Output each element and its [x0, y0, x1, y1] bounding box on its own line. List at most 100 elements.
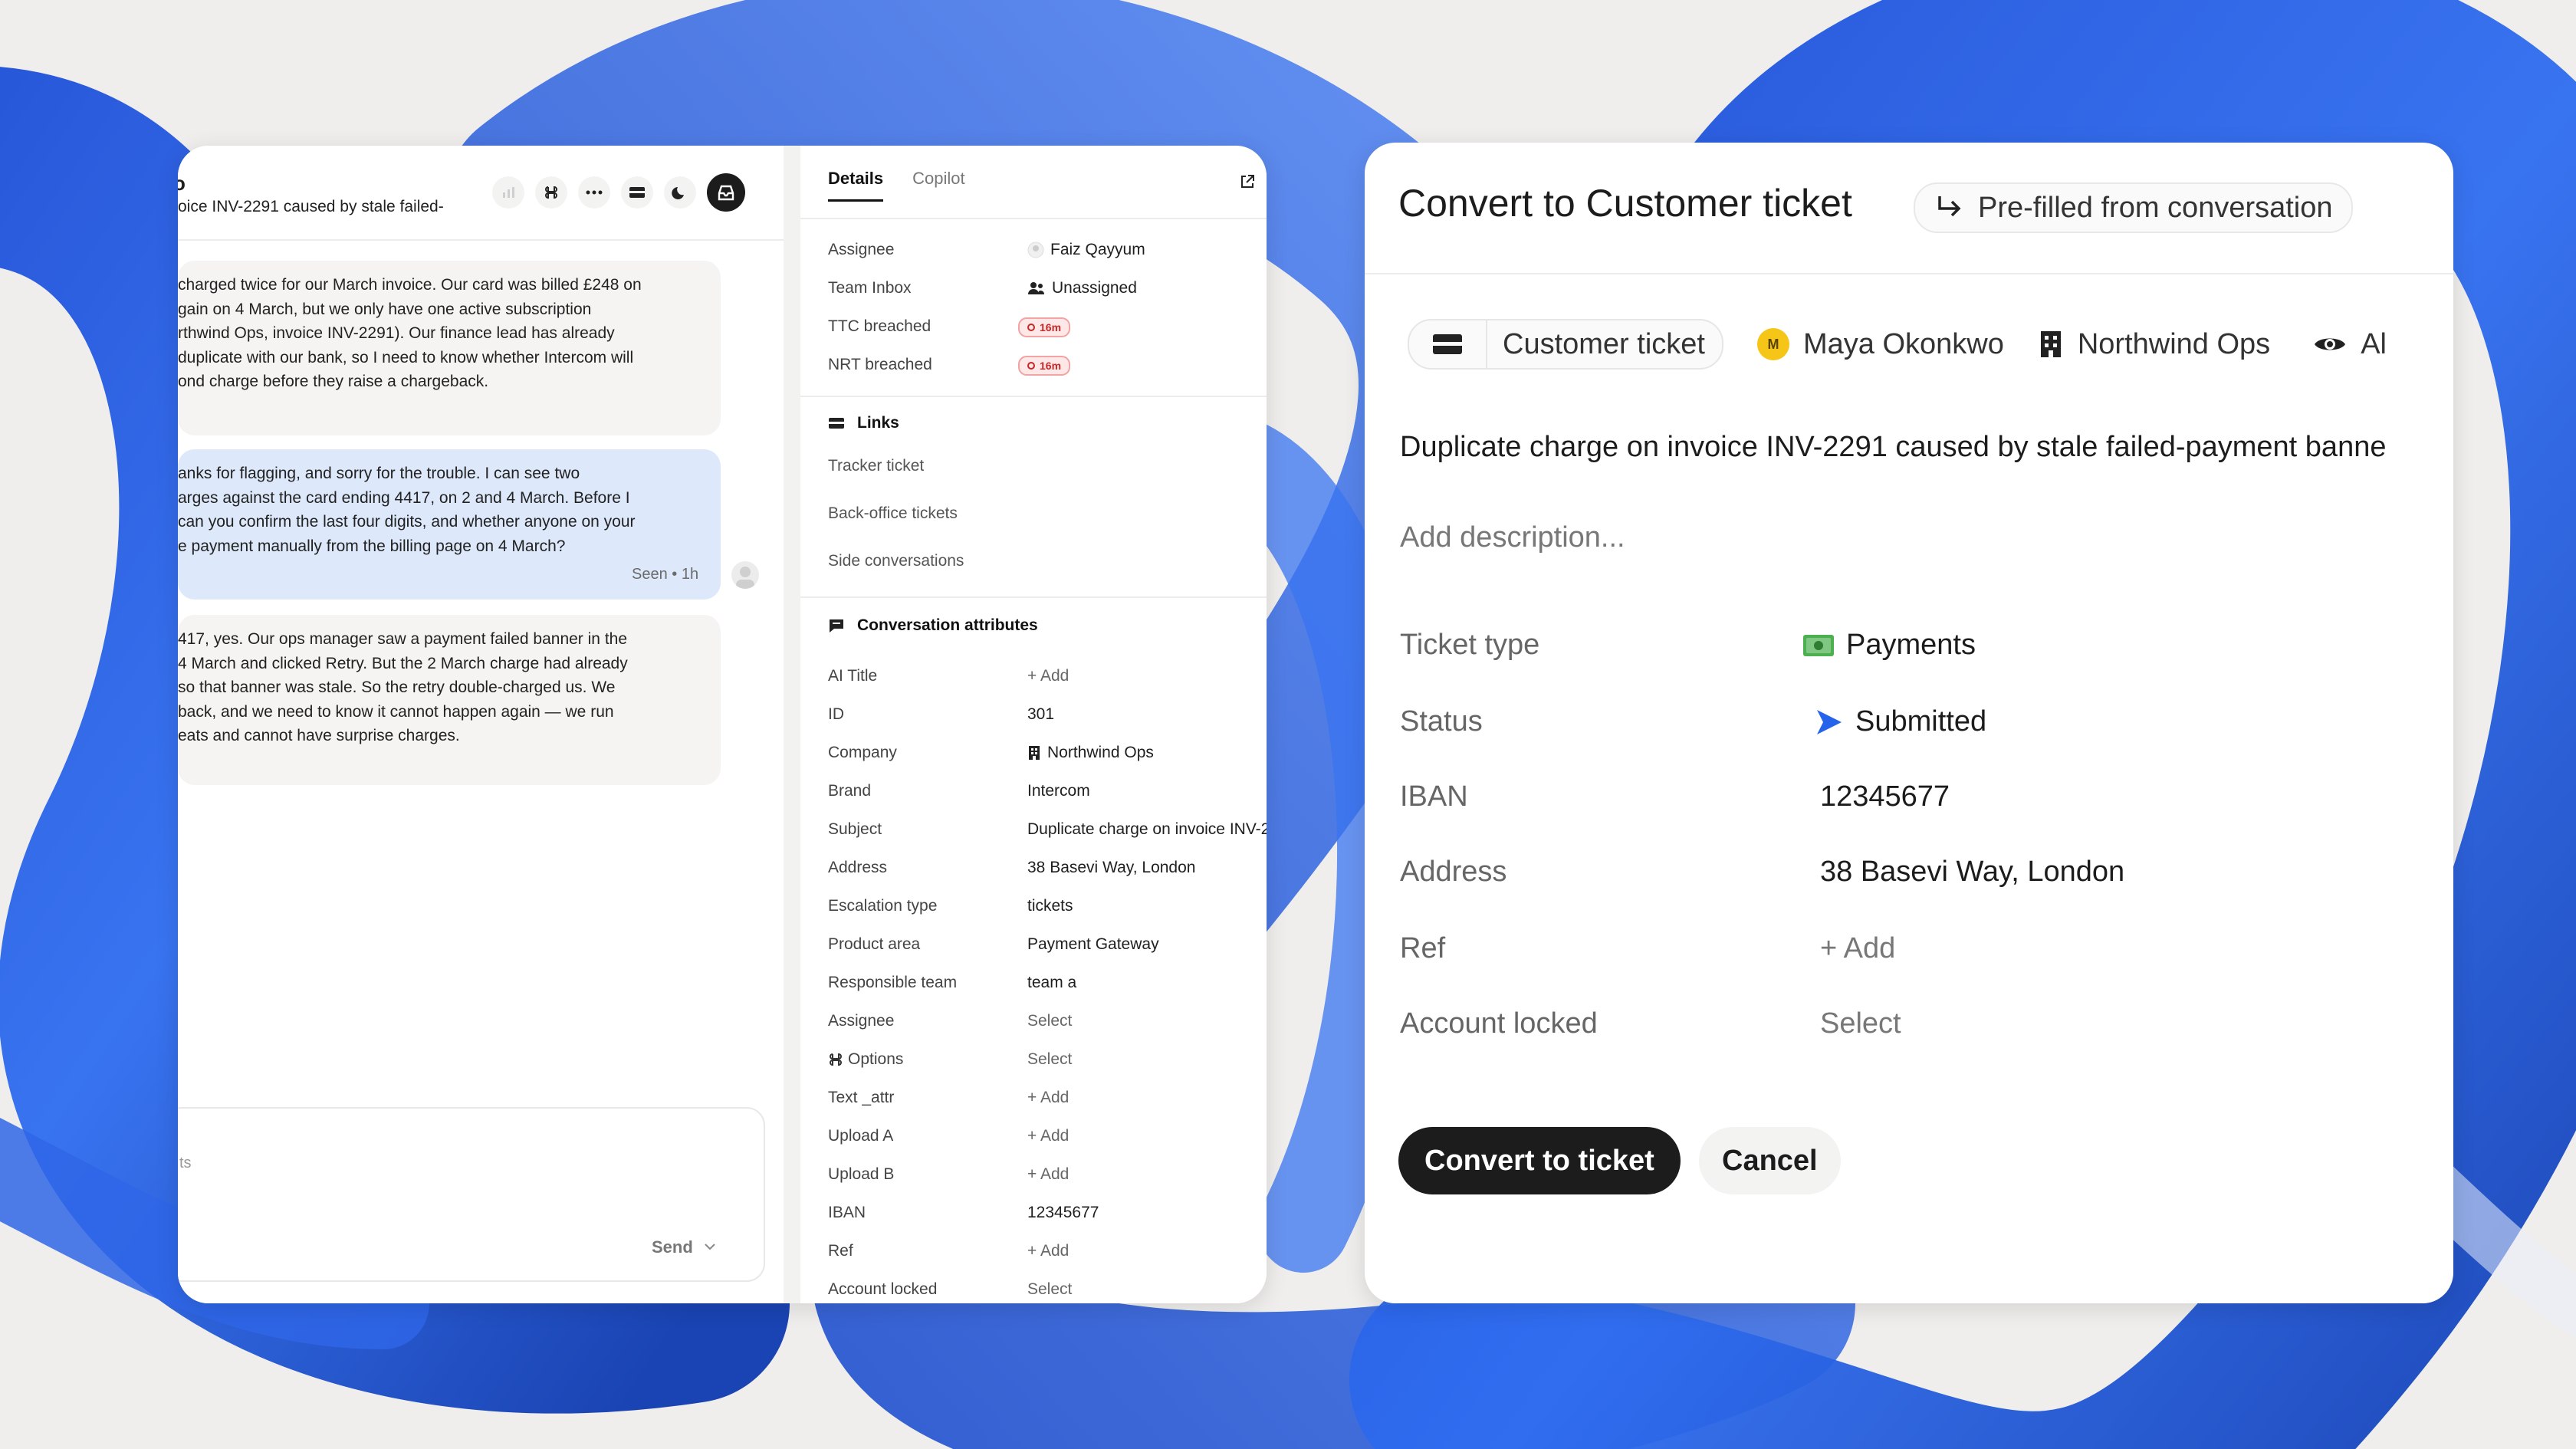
attribute-add-button[interactable]: + Add	[1027, 1127, 1069, 1145]
attribute-label: Subject	[828, 820, 882, 838]
attribute-value[interactable]: 301	[1027, 705, 1054, 724]
field-label: IBAN	[1400, 780, 1468, 813]
ticket-subject-input[interactable]: Duplicate charge on invoice INV-2291 cau…	[1400, 431, 2386, 464]
moon-icon	[672, 187, 684, 199]
nrt-breach-badge: 16m	[1018, 356, 1071, 376]
command-icon	[830, 1053, 842, 1066]
field-label: Ref	[1400, 932, 1446, 964]
ticket-type-chip[interactable]: Customer ticket	[1408, 319, 1723, 370]
attribute-value[interactable]: Payment Gateway	[1027, 935, 1159, 954]
ttc-breach-badge: 16m	[1018, 317, 1071, 337]
modal-title: Convert to Customer ticket	[1398, 182, 1852, 225]
ref-add-button[interactable]: + Add	[1820, 932, 1895, 965]
details-panel: Details Copilot Assignee Faiz Qayyum Tea…	[800, 146, 1267, 1303]
conversation-pane: o oice INV-2291 caused by stale failed-	[178, 146, 784, 1303]
team-inbox-value[interactable]: Unassigned	[1027, 279, 1137, 297]
building-icon	[2040, 331, 2061, 357]
link-side-conversations[interactable]: Side conversations	[828, 552, 964, 570]
field-label: Status	[1400, 705, 1483, 738]
ticket-icon	[1409, 320, 1487, 368]
ticket-type-value[interactable]: Payments	[1802, 629, 1976, 662]
attribute-value[interactable]: 38 Basevi Way, London	[1027, 859, 1195, 877]
field-label: Assignee	[828, 241, 895, 258]
chat-bubble-icon	[830, 619, 843, 632]
account-locked-select[interactable]: Select	[1820, 1007, 1901, 1040]
team-icon	[1028, 282, 1044, 294]
user-avatar-icon	[1027, 242, 1044, 258]
conversation-divider	[178, 239, 784, 241]
attribute-label: Text _attr	[828, 1089, 895, 1106]
attribute-value[interactable]: Northwind Ops	[1027, 744, 1154, 762]
attribute-value[interactable]: team a	[1027, 974, 1076, 992]
attribute-select[interactable]: Select	[1027, 1050, 1072, 1069]
field-label: NRT breached	[828, 356, 932, 373]
ticket-button[interactable]	[621, 176, 653, 209]
convert-to-ticket-button[interactable]: Convert to ticket	[1398, 1127, 1681, 1194]
link-back-office-tickets[interactable]: Back-office tickets	[828, 504, 958, 523]
submitted-icon	[1817, 709, 1842, 734]
attribute-value[interactable]: 12345677	[1027, 1204, 1099, 1222]
attribute-value[interactable]: Intercom	[1027, 782, 1090, 800]
company-chip[interactable]: Northwind Ops	[2038, 328, 2270, 361]
ticket-icon	[629, 187, 645, 198]
assignee-name: Faiz Qayyum	[1050, 241, 1145, 258]
attribute-value[interactable]: Duplicate charge on invoice INV-2	[1027, 820, 1267, 839]
attribute-select[interactable]: Select	[1027, 1012, 1072, 1030]
field-label: Ticket type	[1400, 629, 1540, 661]
building-icon	[1029, 746, 1040, 760]
more-dots-icon	[586, 190, 603, 195]
assignee-chip[interactable]: M Maya Okonkwo	[1756, 328, 2004, 361]
message-customer-1: charged twice for our March invoice. Our…	[178, 261, 721, 435]
attribute-label: Ref	[828, 1242, 853, 1260]
avatar: M	[1756, 328, 1789, 360]
attribute-value[interactable]: tickets	[1027, 897, 1073, 915]
composer-placeholder: ts	[179, 1155, 192, 1171]
visibility-chip[interactable]: Al	[2313, 328, 2387, 361]
stats-button[interactable]	[492, 176, 524, 209]
field-label: Team Inbox	[828, 279, 912, 297]
field-label: Address	[1400, 856, 1507, 888]
attribute-select[interactable]: Select	[1027, 1280, 1072, 1299]
attribute-label: IBAN	[828, 1204, 866, 1221]
status-value[interactable]: Submitted	[1814, 705, 1986, 738]
section-divider	[800, 396, 1267, 397]
agent-avatar	[731, 561, 759, 589]
prefilled-badge: Pre-filled from conversation	[1914, 182, 2353, 233]
attribute-add-button[interactable]: + Add	[1027, 1165, 1069, 1184]
attribute-label: AI Title	[828, 667, 878, 685]
attribute-add-button[interactable]: + Add	[1027, 667, 1069, 685]
attribute-label: Address	[828, 859, 888, 876]
send-button[interactable]: Send	[652, 1237, 693, 1257]
attribute-label: Product area	[828, 935, 921, 953]
attribute-add-button[interactable]: + Add	[1027, 1242, 1069, 1260]
snooze-button[interactable]	[664, 176, 696, 209]
command-button[interactable]	[535, 176, 567, 209]
reply-composer[interactable]: ts Send	[178, 1107, 765, 1282]
tabs-divider	[800, 218, 1267, 219]
chevron-down-icon[interactable]	[702, 1239, 718, 1254]
more-button[interactable]	[578, 176, 610, 209]
details-tabs: Details Copilot	[828, 169, 965, 202]
money-icon	[1803, 634, 1834, 656]
cancel-button[interactable]: Cancel	[1699, 1127, 1841, 1194]
tab-details[interactable]: Details	[828, 169, 884, 202]
iban-value[interactable]: 12345677	[1820, 780, 1950, 813]
attribute-label: Responsible team	[828, 974, 958, 991]
assignee-value[interactable]: Faiz Qayyum	[1027, 241, 1145, 259]
external-link-icon[interactable]	[1239, 173, 1256, 190]
attribute-label: Account locked	[828, 1280, 938, 1298]
tab-copilot[interactable]: Copilot	[912, 169, 964, 202]
attribute-label: Escalation type	[828, 897, 938, 915]
timer-icon	[1027, 362, 1035, 370]
link-tracker-ticket[interactable]: Tracker ticket	[828, 457, 924, 475]
address-value[interactable]: 38 Basevi Way, London	[1820, 856, 2124, 889]
conversation-subtitle: oice INV-2291 caused by stale failed-	[178, 198, 444, 215]
attribute-label: Upload B	[828, 1165, 895, 1183]
bar-chart-icon	[503, 187, 514, 198]
attribute-add-button[interactable]: + Add	[1027, 1089, 1069, 1107]
close-conversation-button[interactable]	[707, 173, 745, 212]
attribute-label: ID	[828, 705, 844, 723]
eye-icon	[2315, 338, 2346, 350]
attribute-label: Options	[828, 1050, 903, 1069]
ticket-description-input[interactable]: Add description...	[1400, 521, 1625, 554]
